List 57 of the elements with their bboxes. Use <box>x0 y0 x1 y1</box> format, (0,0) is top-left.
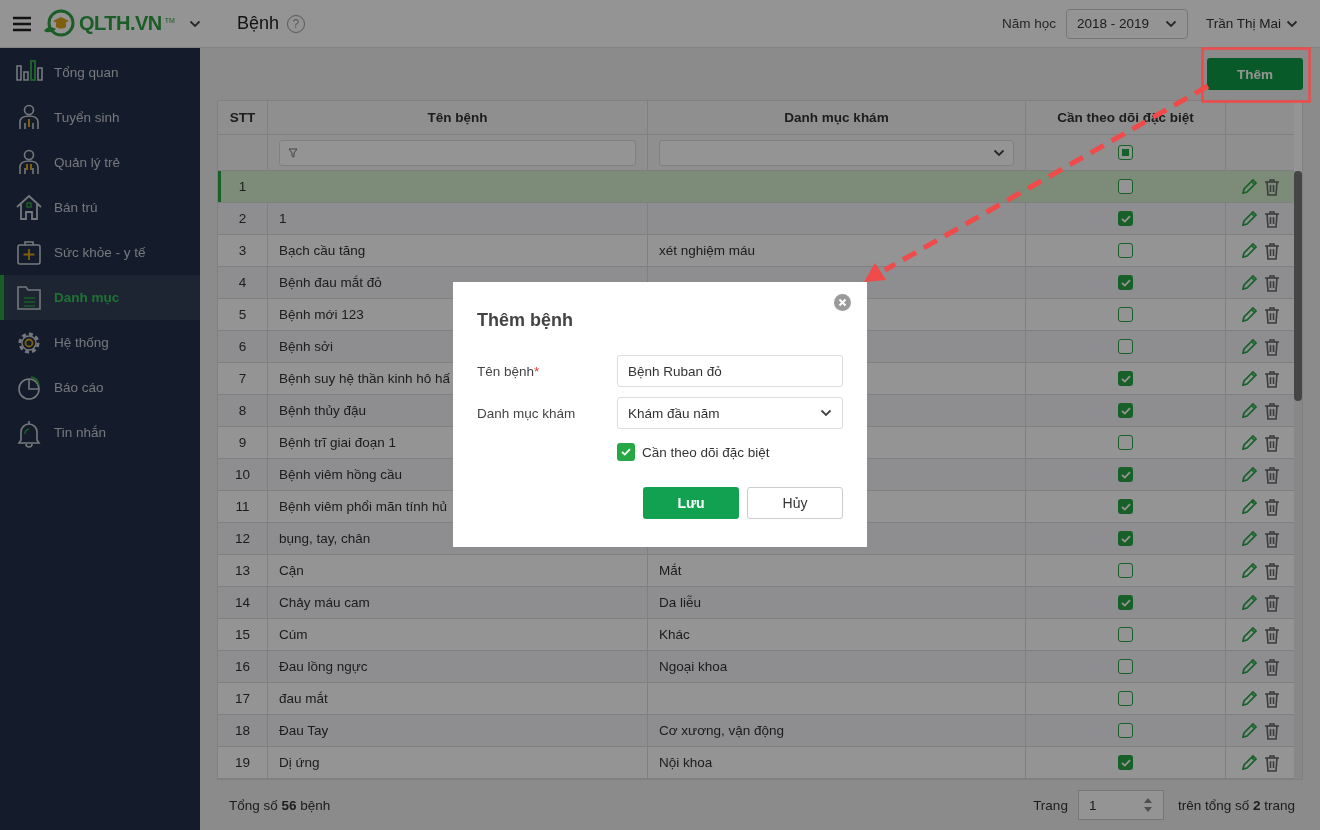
row-number: 15 <box>235 627 250 642</box>
category-name: Ngoại khoa <box>659 659 728 674</box>
row-number: 16 <box>235 659 250 674</box>
row-number: 6 <box>238 339 247 354</box>
row-number: 2 <box>238 211 247 226</box>
category-name: Da liễu <box>659 595 702 610</box>
disease-name: đau mắt <box>279 691 328 706</box>
row-number: 17 <box>235 691 250 706</box>
dialog-title: Thêm bệnh <box>477 310 574 331</box>
row-number: 18 <box>235 723 250 738</box>
row-number: 13 <box>235 563 250 578</box>
row-number: 12 <box>235 531 250 546</box>
disease-name: Dị ứng <box>279 755 320 770</box>
category-name: Nội khoa <box>659 755 713 770</box>
disease-name: Chảy máu cam <box>279 595 370 610</box>
disease-name: Đau Tay <box>279 723 329 738</box>
disease-name: Bệnh đau mắt đỏ <box>279 275 382 290</box>
disease-name: Cúm <box>279 627 308 642</box>
disease-name: Bệnh viêm phổi mãn tính hủ <box>279 499 448 514</box>
disease-name: Bệnh viêm hồng cầu <box>279 467 403 482</box>
checkbox-label: Cần theo dõi đặc biệt <box>642 444 770 460</box>
disease-name: Bạch cầu tăng <box>279 243 366 258</box>
row-number: 3 <box>238 243 247 258</box>
disease-name: Cận <box>279 563 304 578</box>
page-title: Bệnh <box>236 13 279 34</box>
row-number: 10 <box>235 467 250 482</box>
row-number: 8 <box>238 403 247 418</box>
year-label: Năm học <box>1001 16 1056 31</box>
category-name: xét nghiệm máu <box>659 243 756 258</box>
field-label: Danh mục khám <box>477 405 577 421</box>
logo-text: QLTH.VN <box>79 12 162 35</box>
row-number: 1 <box>238 179 247 194</box>
row-number: 9 <box>238 435 247 450</box>
column-header: STT <box>229 110 256 125</box>
disease-name: Bệnh mới 123 <box>279 307 364 322</box>
disease-name: 1 <box>279 211 287 226</box>
column-header: Tên bệnh <box>427 110 488 125</box>
row-number: 5 <box>238 307 247 322</box>
disease-name: Bệnh sởi <box>279 339 333 354</box>
total-count: Tổng số 56 bệnh <box>229 797 331 813</box>
disease-name: Bệnh trĩ giai đoạn 1 <box>279 435 397 450</box>
column-header: Danh mục khám <box>784 110 889 125</box>
row-number: 19 <box>235 755 250 770</box>
category-name: Khác <box>659 627 690 642</box>
row-number: 14 <box>235 595 250 610</box>
disease-name: bụng, tay, chân <box>279 531 371 546</box>
category-name: Mắt <box>659 563 682 578</box>
category-name: Cơ xương, vận động <box>659 723 785 738</box>
disease-name: Bệnh thủy đậu <box>279 403 367 418</box>
row-number: 11 <box>235 499 250 514</box>
field-label: Tên bệnh* <box>477 363 541 379</box>
disease-name: Bệnh suy hệ thần kinh hô hấ <box>279 371 451 386</box>
row-number: 4 <box>238 275 247 290</box>
page-label: Trang <box>1033 797 1068 813</box>
row-number: 7 <box>238 371 247 386</box>
disease-name: Đau lồng ngực <box>279 659 368 674</box>
page-total: trên tổng số 2 trang <box>1177 797 1295 813</box>
